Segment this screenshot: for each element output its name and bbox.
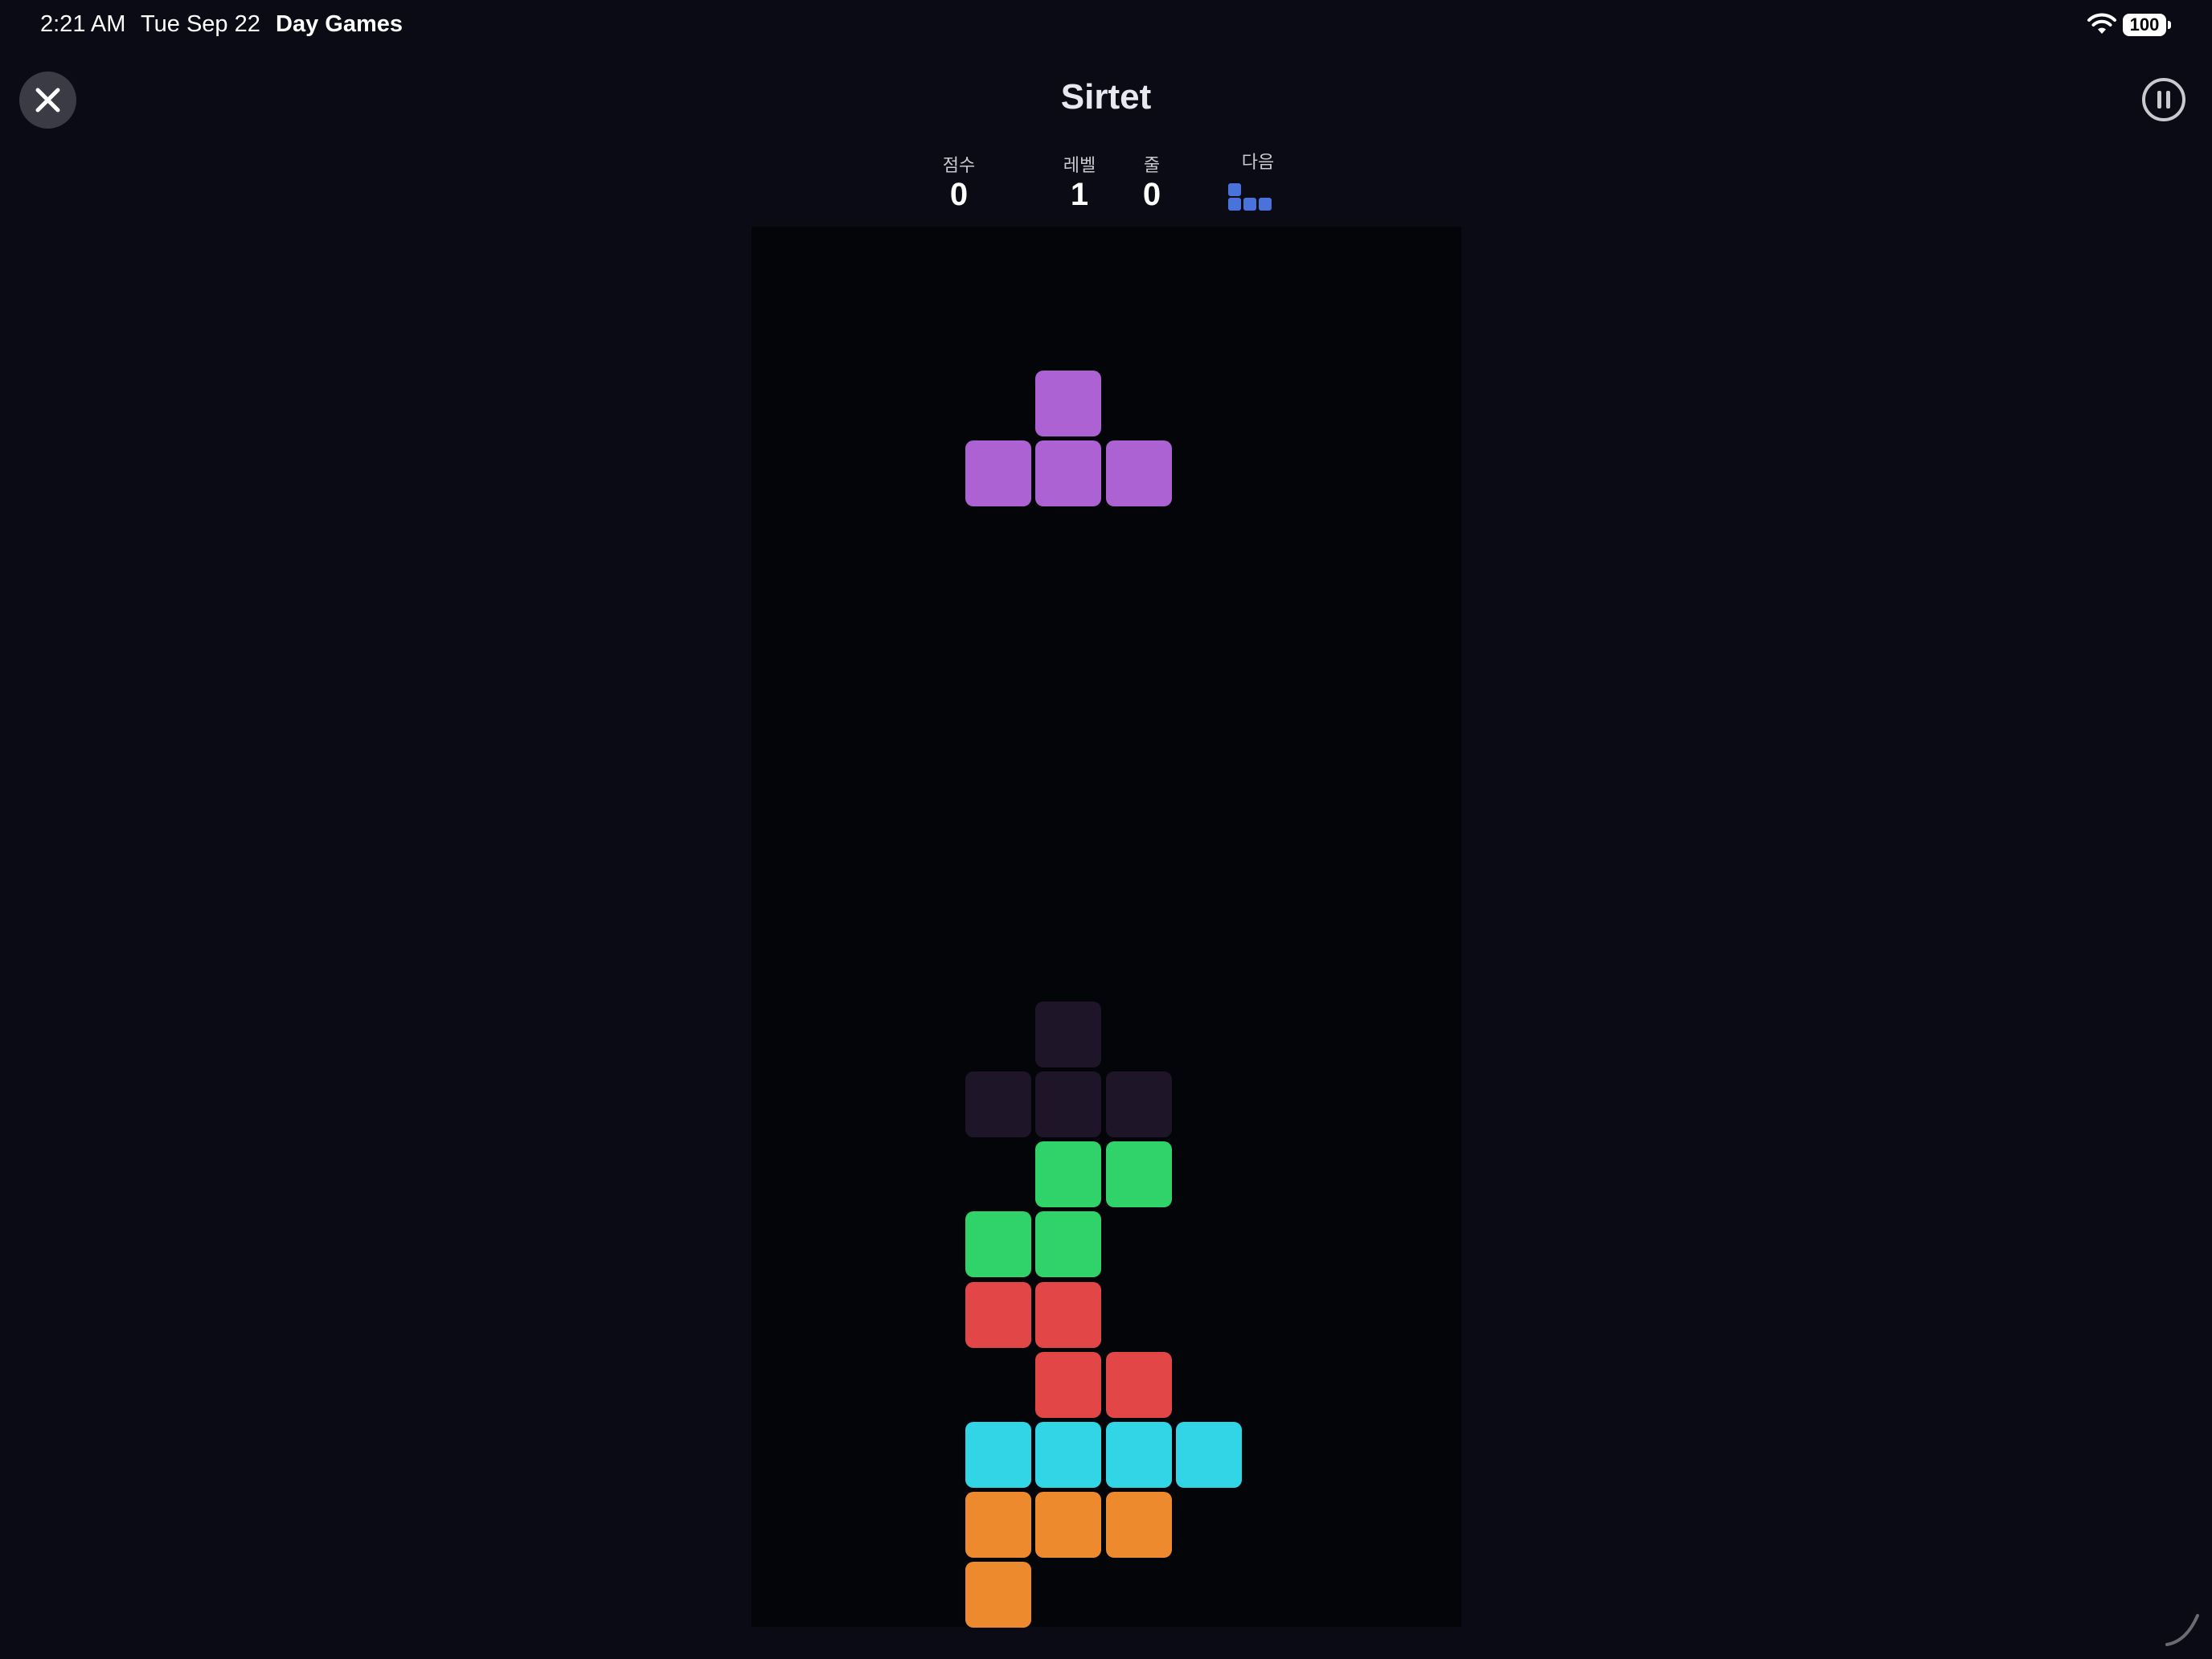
battery-icon: 100 — [2123, 14, 2171, 36]
close-icon — [35, 88, 60, 113]
battery-level: 100 — [2129, 14, 2160, 35]
active-piece-cell — [1035, 370, 1102, 436]
locked-cell — [1175, 1421, 1242, 1488]
lines-label: 줄 — [1143, 155, 1161, 175]
wifi-icon — [2087, 13, 2117, 35]
locked-cell — [1035, 1351, 1102, 1418]
status-bar: 2:21 AM Tue Sep 22 Day Games 100 — [0, 0, 2212, 51]
corner-gesture-icon — [2162, 1609, 2202, 1649]
locked-cell — [965, 1562, 1032, 1628]
next-piece-cell — [1243, 198, 1256, 211]
active-piece-cell — [965, 440, 1032, 507]
locked-cell — [965, 1421, 1032, 1488]
locked-cell — [965, 1211, 1032, 1278]
active-piece-cell — [1105, 440, 1172, 507]
next-piece-cell — [1228, 198, 1241, 211]
locked-cell — [1035, 1141, 1102, 1208]
pause-icon — [2142, 78, 2185, 121]
ghost-piece-cell — [1035, 1001, 1102, 1067]
next-piece-cell — [1259, 198, 1272, 211]
status-date: Tue Sep 22 — [141, 11, 260, 37]
lines-value: 0 — [1142, 177, 1161, 212]
close-button[interactable] — [19, 72, 76, 129]
score-label: 점수 — [942, 155, 976, 175]
locked-cell — [1035, 1492, 1102, 1559]
locked-cell — [1105, 1351, 1172, 1418]
locked-cell — [965, 1492, 1032, 1559]
ghost-piece-cell — [965, 1071, 1032, 1137]
active-piece-cell — [1035, 440, 1102, 507]
game-title: Sirtet — [1060, 77, 1152, 117]
ghost-piece-cell — [1035, 1071, 1102, 1137]
locked-cell — [1035, 1211, 1102, 1278]
status-app-name: Day Games — [276, 11, 403, 37]
next-label: 다음 — [1241, 152, 1275, 172]
status-time: 2:21 AM — [40, 11, 126, 37]
locked-cell — [1035, 1281, 1102, 1348]
ghost-piece-cell — [1105, 1071, 1172, 1137]
locked-cell — [1105, 1492, 1172, 1559]
game-board[interactable] — [752, 227, 1461, 1628]
locked-cell — [1035, 1421, 1102, 1488]
locked-cell — [965, 1281, 1032, 1348]
next-piece-cell — [1228, 183, 1241, 196]
locked-cell — [1105, 1421, 1172, 1488]
locked-cell — [1105, 1141, 1172, 1208]
next-piece-preview — [1228, 183, 1275, 214]
pause-button[interactable] — [2141, 77, 2186, 122]
score-value: 0 — [949, 177, 969, 212]
